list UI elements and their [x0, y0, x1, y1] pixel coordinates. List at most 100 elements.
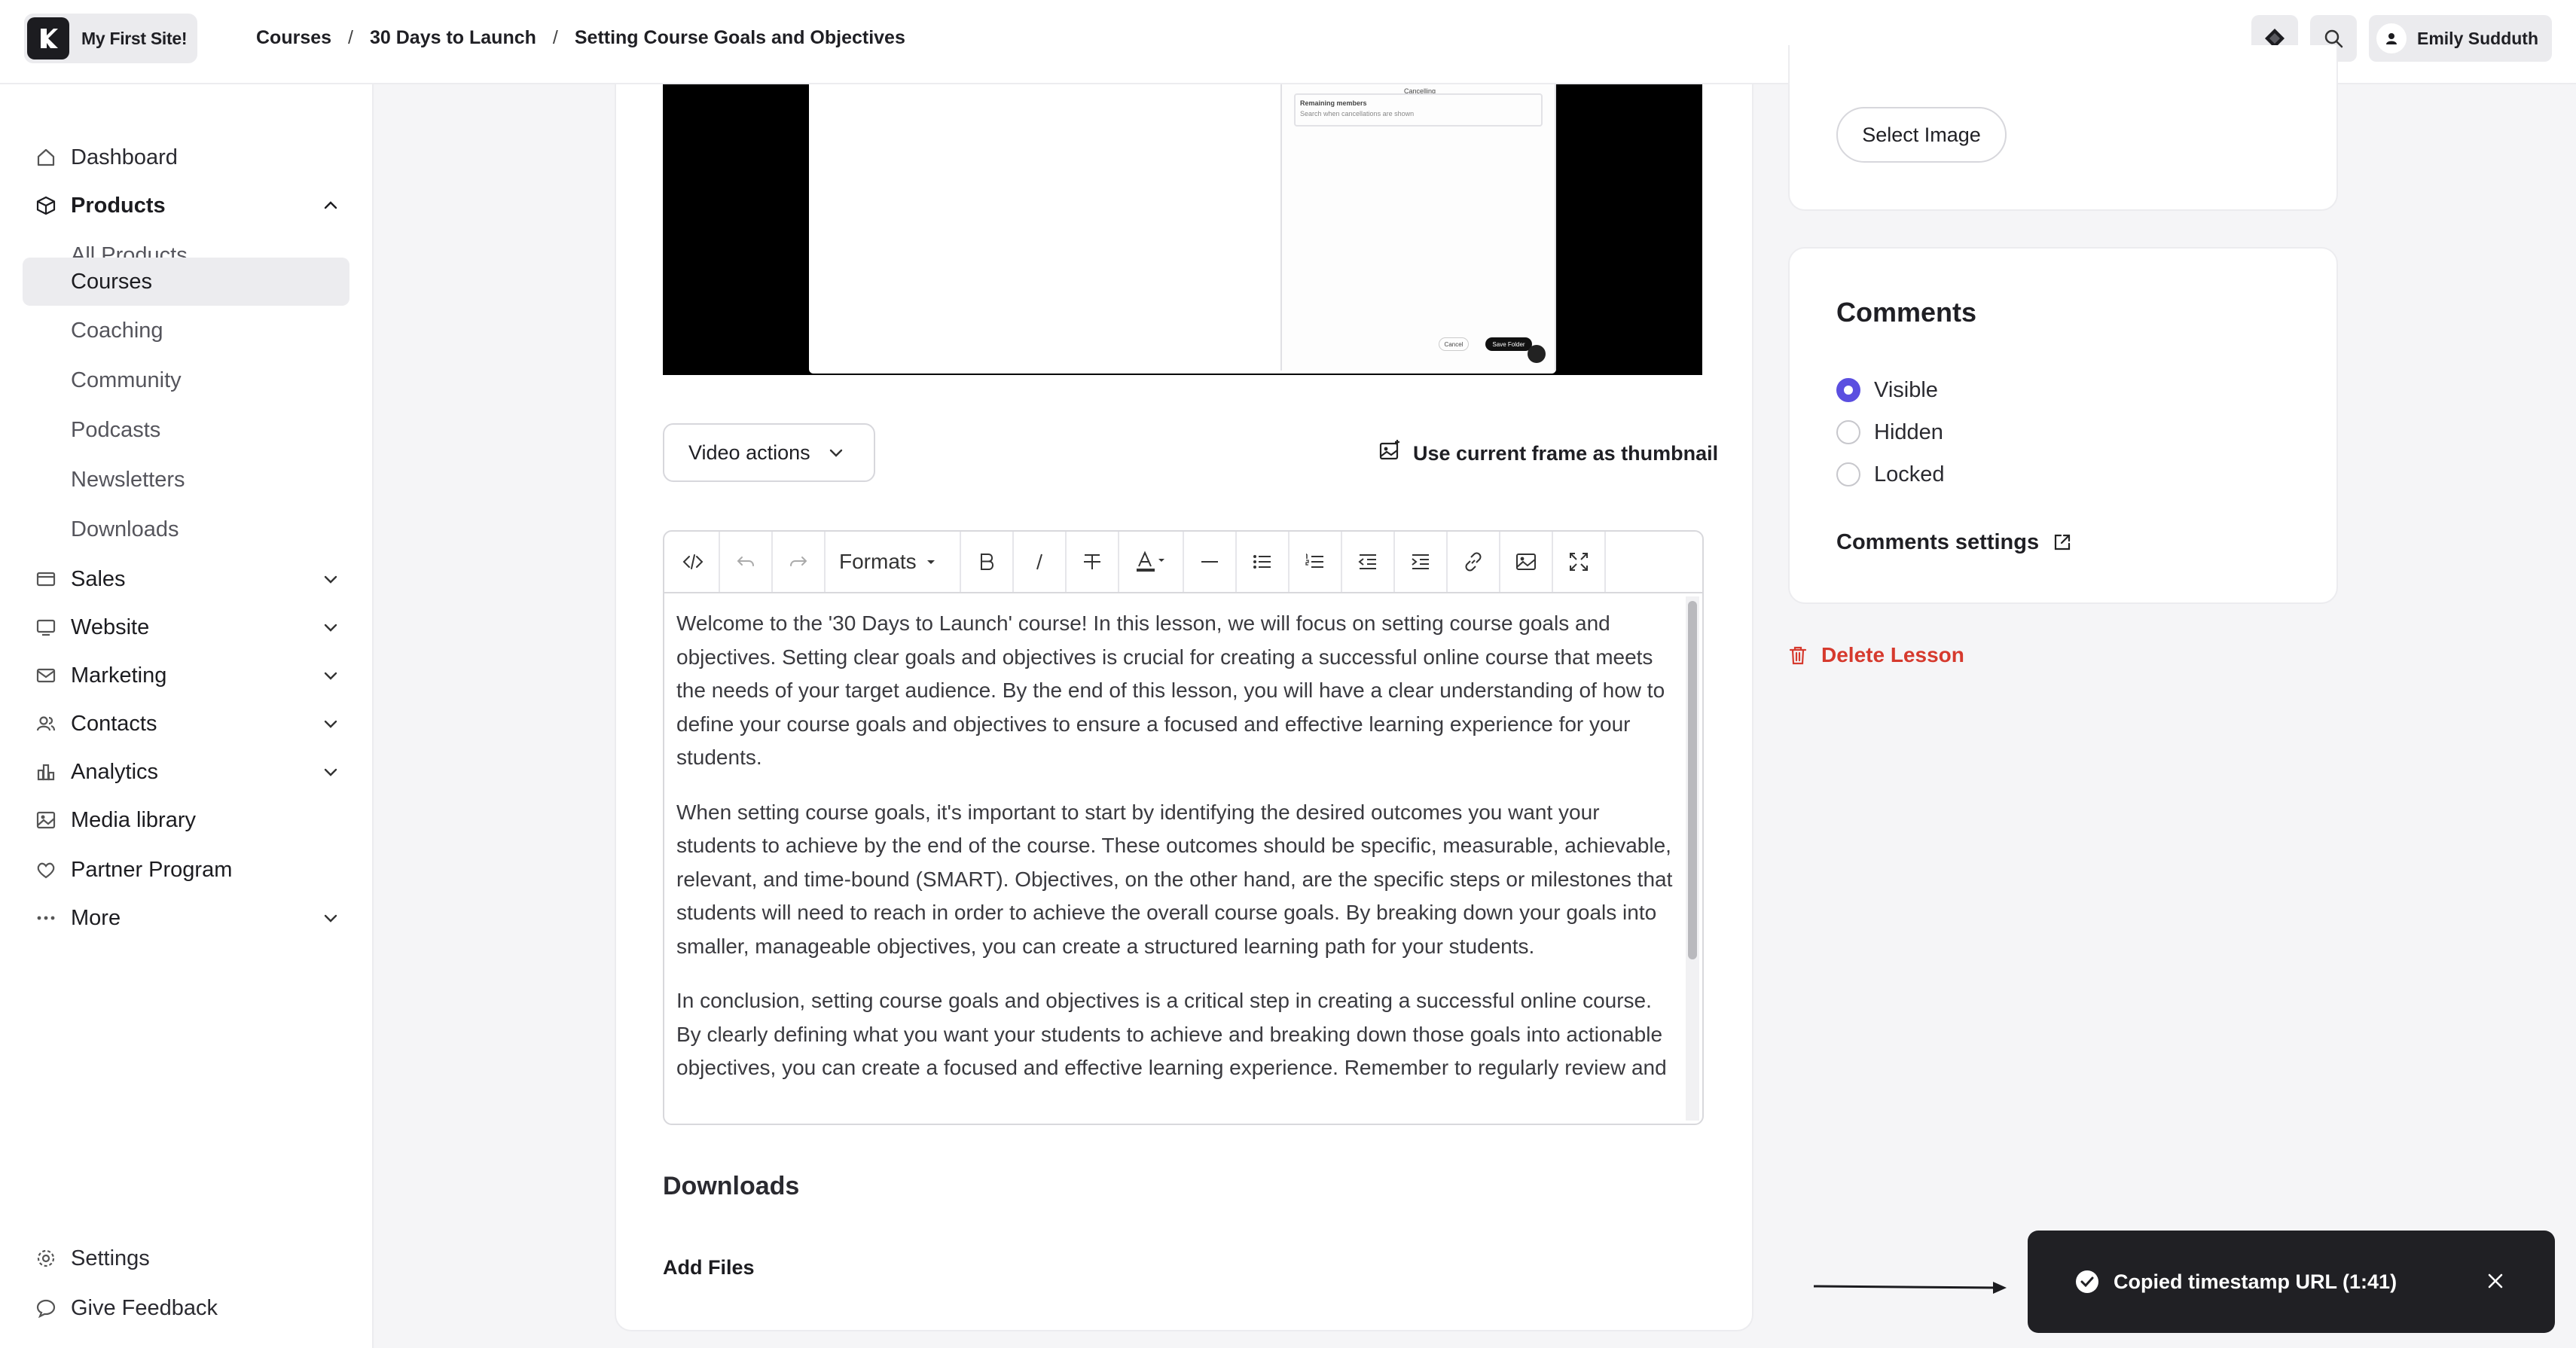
partner-icon: [33, 857, 59, 883]
chevron-down-icon: [324, 914, 337, 923]
bold-button[interactable]: [961, 532, 1014, 592]
formats-label: Formats: [839, 550, 917, 573]
italic-icon: [1036, 554, 1042, 570]
comments-option-locked[interactable]: Locked: [1836, 459, 1945, 489]
breadcrumb-course[interactable]: 30 Days to Launch: [370, 27, 536, 49]
users-icon: [33, 711, 59, 737]
bold-icon: [981, 554, 994, 570]
sidebar-item-label: Sales: [71, 566, 126, 591]
link-icon: [1465, 552, 1482, 572]
comments-option-visible[interactable]: Visible: [1836, 375, 1938, 405]
select-image-label: Select Image: [1862, 123, 1981, 146]
sidebar-item-label: Contacts: [71, 711, 157, 736]
fullscreen-button[interactable]: [1553, 532, 1606, 592]
comments-settings-link[interactable]: Comments settings: [1836, 526, 2074, 559]
arrow-annotation: [1813, 1282, 2007, 1294]
site-logo: [27, 17, 69, 59]
video-dialog-sub: Search when cancellations are shown: [1300, 110, 1415, 117]
toast-close-button[interactable]: [2483, 1268, 2508, 1294]
home-icon: [33, 145, 59, 170]
link-button[interactable]: [1448, 532, 1500, 592]
redo-button[interactable]: [773, 532, 826, 592]
indent-button[interactable]: [1395, 532, 1448, 592]
sidebar-item-website[interactable]: Website: [23, 604, 351, 651]
comments-settings-label: Comments settings: [1836, 529, 2040, 554]
formats-dropdown[interactable]: Formats: [826, 532, 961, 592]
insert-image-button[interactable]: [1500, 532, 1553, 592]
site-switcher-button[interactable]: My First Site!: [24, 14, 197, 63]
select-image-button[interactable]: Select Image: [1836, 107, 2007, 163]
redo-icon: [790, 557, 807, 566]
outdent-button[interactable]: [1342, 532, 1395, 592]
add-files-button[interactable]: Add Files: [663, 1256, 755, 1279]
radio-label: Hidden: [1874, 419, 1943, 444]
numbered-list-button[interactable]: [1290, 532, 1342, 592]
sidebar-item-more[interactable]: More: [23, 895, 351, 941]
sidebar-subitem-community[interactable]: Community: [23, 357, 349, 404]
user-icon: [2376, 23, 2407, 53]
sidebar-item-analytics[interactable]: Analytics: [23, 749, 351, 795]
editor-scrollbar-thumb[interactable]: [1688, 601, 1697, 959]
sidebar-item-products[interactable]: Products: [23, 182, 351, 229]
text-color-icon: [1137, 550, 1164, 572]
sidebar-subitem-coaching[interactable]: Coaching: [23, 307, 349, 354]
video-dialog-row: Remaining members: [1300, 99, 1367, 107]
horizontal-rule-icon: [1201, 561, 1218, 563]
comments-option-hidden[interactable]: Hidden: [1836, 417, 1943, 447]
sidebar-subitem-newsletters[interactable]: Newsletters: [23, 456, 349, 503]
sidebar-item-give-feedback[interactable]: Give Feedback: [23, 1285, 351, 1331]
image-icon: [33, 807, 59, 833]
bullet-list-button[interactable]: [1237, 532, 1290, 592]
numbered-list-icon: [1305, 554, 1323, 568]
breadcrumb-courses[interactable]: Courses: [256, 27, 331, 49]
user-menu-button[interactable]: Emily Sudduth: [2369, 15, 2552, 62]
delete-lesson-label: Delete Lesson: [1821, 643, 1964, 666]
code-icon: [682, 554, 704, 569]
sidebar-item-label: Dashboard: [71, 145, 178, 169]
kajabi-logo-icon: [41, 29, 58, 48]
sidebar-item-dashboard[interactable]: Dashboard: [23, 134, 351, 181]
thumbnail-link-label: Use current frame as thumbnail: [1413, 441, 1719, 465]
editor-content[interactable]: Welcome to the '30 Days to Launch' cours…: [676, 607, 1678, 1106]
radio-label: Locked: [1874, 462, 1945, 486]
bar-chart-icon: [33, 759, 59, 785]
sidebar-item-partner-program[interactable]: Partner Program: [23, 846, 351, 893]
sidebar-item-label: Give Feedback: [71, 1295, 218, 1320]
image-icon: [1516, 554, 1536, 570]
undo-button[interactable]: [720, 532, 773, 592]
toast-notification: Copied timestamp URL (1:41): [2028, 1231, 2555, 1333]
sidebar-item-label: Website: [71, 615, 150, 639]
horizontal-rule-button[interactable]: [1184, 532, 1237, 592]
video-actions-button[interactable]: Video actions: [663, 423, 875, 482]
video-dialog-cancel: Cancel: [1439, 337, 1469, 351]
breadcrumb-separator: /: [348, 26, 353, 48]
radio-selected[interactable]: [1836, 378, 1860, 402]
sidebar-item-marketing[interactable]: Marketing: [23, 652, 351, 699]
use-frame-as-thumbnail-link[interactable]: Use current frame as thumbnail: [1378, 437, 1718, 470]
breadcrumb: Courses / 30 Days to Launch / Setting Co…: [256, 23, 905, 53]
user-name: Emily Sudduth: [2417, 28, 2538, 48]
gear-icon: [33, 1246, 59, 1271]
sidebar: Dashboard Products All Products Courses …: [0, 84, 374, 1348]
strikethrough-button[interactable]: [1067, 532, 1119, 592]
video-dialog-box: Remaining members Search when cancellati…: [1294, 93, 1543, 127]
rich-text-editor[interactable]: Formats Welcome to the '30 Days to Launc…: [663, 530, 1704, 1125]
italic-button[interactable]: [1014, 532, 1067, 592]
editor-paragraph: Welcome to the '30 Days to Launch' cours…: [676, 611, 1665, 769]
radio-unselected[interactable]: [1836, 462, 1860, 486]
trash-icon: [1789, 646, 1807, 665]
sidebar-item-contacts[interactable]: Contacts: [23, 700, 351, 747]
sidebar-subitem-podcasts[interactable]: Podcasts: [23, 407, 349, 453]
sidebar-item-media-library[interactable]: Media library: [23, 797, 351, 843]
delete-lesson-button[interactable]: Delete Lesson: [1787, 640, 1964, 670]
sidebar-subitem-downloads[interactable]: Downloads: [23, 506, 349, 553]
check-circle-icon: [2076, 1270, 2098, 1293]
radio-unselected[interactable]: [1836, 420, 1860, 444]
sidebar-item-label: More: [71, 905, 121, 930]
sidebar-item-sales[interactable]: Sales: [23, 556, 351, 602]
sidebar-subitem-courses[interactable]: Courses: [23, 258, 349, 306]
text-color-button[interactable]: [1119, 532, 1184, 592]
lesson-image-card: Select Image: [1788, 45, 2338, 211]
sidebar-item-settings[interactable]: Settings: [23, 1235, 351, 1282]
code-view-button[interactable]: [667, 532, 720, 592]
